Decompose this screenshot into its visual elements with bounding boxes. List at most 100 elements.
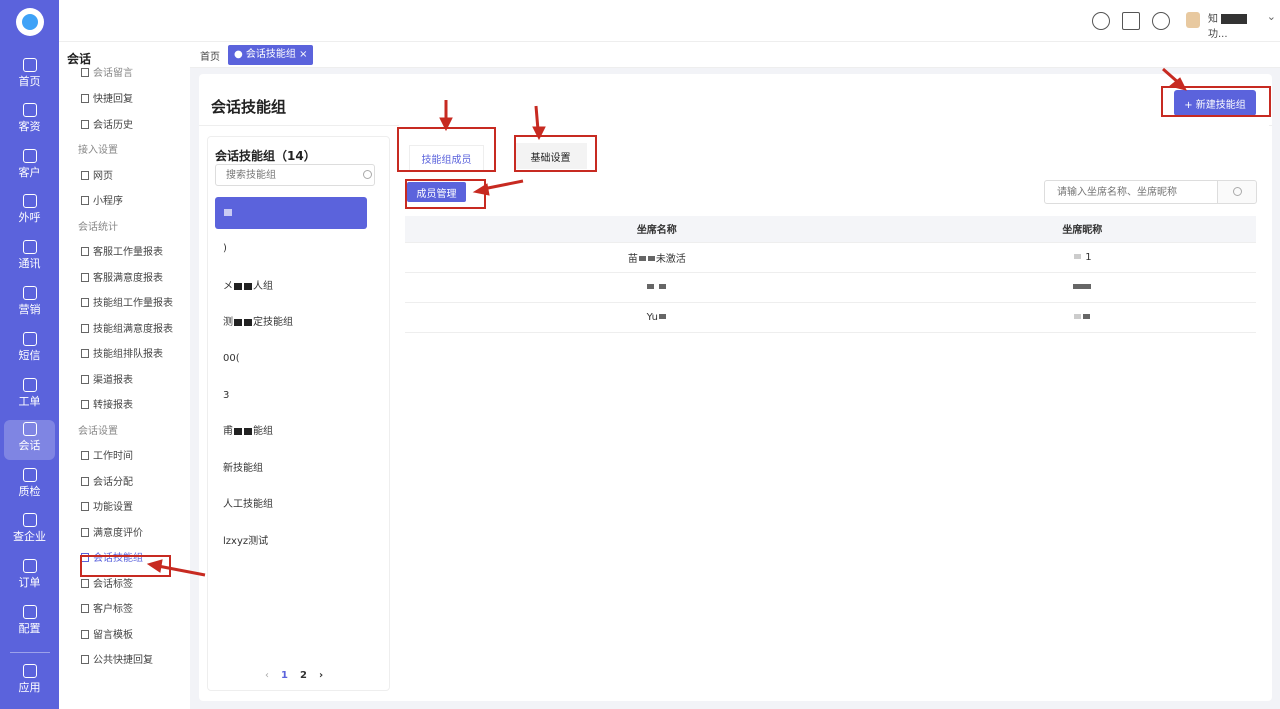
page-tabs: 首页 ● 会话技能组 × bbox=[190, 42, 1280, 68]
rail-item-5[interactable]: 营销 bbox=[4, 284, 55, 324]
agent-search-input[interactable] bbox=[1044, 180, 1219, 204]
document-icon bbox=[81, 170, 89, 180]
sidebar-item[interactable]: 网页 bbox=[81, 167, 113, 182]
left-rail: 首页客资客户外呼通讯营销短信工单 会话质检查企业订单配置应用 bbox=[0, 0, 59, 709]
chevron-down-icon[interactable]: ⌄ bbox=[1267, 10, 1276, 23]
sidebar-item[interactable]: 功能设置 bbox=[81, 498, 133, 513]
document-icon bbox=[81, 374, 89, 384]
skill-group-item[interactable]: 甫 能组 bbox=[215, 416, 367, 448]
headset-icon[interactable] bbox=[1092, 12, 1110, 30]
rail-item-label: 客户 bbox=[18, 166, 41, 179]
logo-mark bbox=[22, 14, 38, 30]
rail-item-0[interactable]: 首页 bbox=[4, 56, 55, 96]
document-icon bbox=[81, 655, 89, 664]
tab-current[interactable]: ● 会话技能组 × bbox=[228, 45, 314, 65]
user-initial: 知 bbox=[1208, 14, 1218, 25]
prev-page-button[interactable]: ‹ bbox=[265, 670, 269, 681]
skill-group-item[interactable]: 00( bbox=[215, 343, 367, 375]
skill-group-label: 新技能组 bbox=[223, 463, 263, 474]
close-icon[interactable]: × bbox=[299, 49, 307, 60]
sidebar-item[interactable]: 会话技能组 bbox=[81, 549, 143, 564]
table-row[interactable]: 苗 未激活 1 bbox=[405, 242, 1256, 273]
sidebar-item[interactable]: 小程序 bbox=[81, 192, 123, 207]
skill-group-prefix: メ bbox=[223, 281, 233, 292]
rail-item-13[interactable]: 应用 bbox=[4, 662, 55, 702]
user-suffix: 功... bbox=[1208, 29, 1228, 40]
skill-group-search-input[interactable] bbox=[215, 164, 375, 186]
page-1-button[interactable]: 1 bbox=[281, 670, 288, 681]
app-logo[interactable] bbox=[16, 8, 44, 36]
sidebar-item[interactable]: 会话分配 bbox=[81, 473, 133, 488]
rail-item-label: 配置 bbox=[18, 622, 41, 635]
document-icon bbox=[81, 476, 89, 486]
table-row[interactable]: Yu bbox=[405, 302, 1256, 333]
skill-group-prefix: 甫 bbox=[223, 426, 233, 437]
sidebar-item[interactable]: 技能组工作量报表 bbox=[81, 294, 173, 309]
skill-group-item[interactable]: lzxyz测试 bbox=[215, 526, 367, 558]
skill-group-item[interactable]: メ 人组 bbox=[215, 271, 367, 303]
order-icon bbox=[22, 559, 37, 573]
sidebar-item[interactable]: 技能组满意度报表 bbox=[81, 320, 173, 335]
table-header-row: 坐席名称 坐席昵称 bbox=[405, 216, 1256, 243]
sidebar-item-label: 功能设置 bbox=[93, 502, 133, 513]
skill-group-item[interactable]: 新技能组 bbox=[215, 453, 367, 485]
agent-search-button[interactable] bbox=[1217, 180, 1257, 204]
skill-group-item[interactable] bbox=[215, 197, 367, 229]
table-row[interactable] bbox=[405, 272, 1256, 303]
page-2-button[interactable]: 2 bbox=[300, 670, 307, 681]
avatar[interactable] bbox=[1186, 12, 1200, 28]
rail-item-2[interactable]: 客户 bbox=[4, 147, 55, 187]
sidebar-item[interactable]: 留言模板 bbox=[81, 626, 133, 641]
skill-group-prefix: 测 bbox=[223, 317, 233, 328]
member-manage-button[interactable]: 成员管理 bbox=[407, 182, 466, 202]
rail-item-4[interactable]: 通讯 bbox=[4, 238, 55, 278]
skill-group-item[interactable]: 人工技能组 bbox=[215, 489, 367, 521]
skill-group-item[interactable]: 测 定技能组 bbox=[215, 307, 367, 339]
rail-item-11[interactable]: 订单 bbox=[4, 557, 55, 597]
tab-basic-settings[interactable]: 基础设置 bbox=[514, 143, 587, 169]
redacted-block bbox=[658, 314, 666, 319]
sidebar-item[interactable]: 工作时间 bbox=[81, 447, 133, 462]
new-skill-group-button[interactable]: + 新建技能组 bbox=[1174, 90, 1256, 116]
sidebar-item[interactable]: 会话历史 bbox=[81, 116, 133, 131]
next-page-button[interactable]: › bbox=[319, 670, 323, 681]
skill-group-item[interactable]: 3 bbox=[215, 380, 367, 412]
sidebar-item-label: 客服工作量报表 bbox=[93, 247, 163, 258]
rail-item-12[interactable]: 配置 bbox=[4, 603, 55, 643]
chat-icon bbox=[22, 422, 37, 436]
tab-home[interactable]: 首页 bbox=[200, 48, 220, 63]
tab-members[interactable]: 技能组成员 bbox=[409, 145, 484, 171]
rail-item-3[interactable]: 外呼 bbox=[4, 192, 55, 232]
rail-item-8[interactable]: 会话 bbox=[4, 420, 55, 460]
rail-item-1[interactable]: 客资 bbox=[4, 101, 55, 141]
search-icon[interactable] bbox=[363, 170, 372, 179]
rail-item-7[interactable]: 工单 bbox=[4, 376, 55, 416]
sidebar-item-partial[interactable]: 会话留言 bbox=[81, 64, 133, 79]
sidebar-item[interactable]: 会话标签 bbox=[81, 575, 133, 590]
skill-group-item[interactable]: ) bbox=[215, 233, 367, 265]
sidebar-item[interactable]: 渠道报表 bbox=[81, 371, 133, 386]
book-icon[interactable] bbox=[1122, 12, 1140, 30]
sidebar-item[interactable]: 客服满意度报表 bbox=[81, 269, 163, 284]
sidebar-item[interactable]: 快捷回复 bbox=[81, 90, 133, 105]
page-title: 会话技能组 bbox=[211, 98, 287, 116]
rail-item-6[interactable]: 短信 bbox=[4, 330, 55, 370]
apps-icon bbox=[22, 664, 37, 678]
rail-item-9[interactable]: 质检 bbox=[4, 466, 55, 506]
user-name[interactable]: 知 功... bbox=[1208, 10, 1264, 40]
sidebar-item[interactable]: 转接报表 bbox=[81, 396, 133, 411]
customer-icon bbox=[22, 149, 37, 163]
agent-name-cell: 苗 未激活 bbox=[405, 242, 909, 273]
sidebar-item[interactable]: 客户标签 bbox=[81, 600, 133, 615]
sidebar-item[interactable]: 满意度评价 bbox=[81, 524, 143, 539]
rail-item-label: 订单 bbox=[18, 576, 41, 589]
redacted-block bbox=[647, 256, 655, 261]
skill-group-detail: 技能组成员 基础设置 成员管理 坐席名称 坐席昵称 苗 未激活 1 bbox=[399, 124, 1269, 694]
sidebar-item[interactable]: 技能组排队报表 bbox=[81, 345, 163, 360]
message-icon[interactable] bbox=[1152, 12, 1170, 30]
members-table: 坐席名称 坐席昵称 苗 未激活 1 Yu bbox=[405, 216, 1256, 333]
skill-group-label: 人组 bbox=[253, 281, 273, 292]
rail-item-10[interactable]: 查企业 bbox=[4, 511, 55, 551]
sidebar-item[interactable]: 公共快捷回复 bbox=[81, 651, 153, 666]
sidebar-item[interactable]: 客服工作量报表 bbox=[81, 243, 163, 258]
